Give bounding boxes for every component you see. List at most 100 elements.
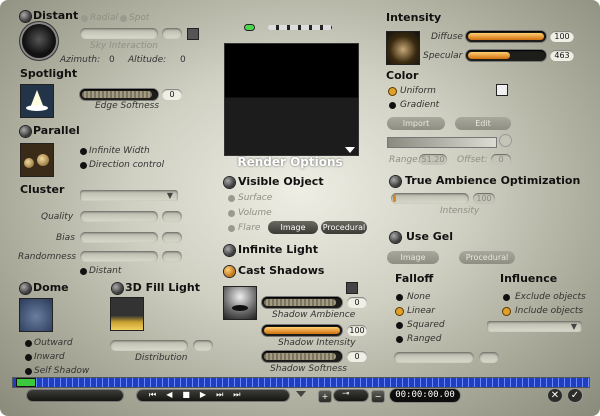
shadow-ambience-slider[interactable] [262,297,342,308]
visible-object-toggle-button[interactable] [224,177,235,188]
edit-button[interactable]: Edit [455,117,511,130]
fill-light-preview-icon[interactable] [110,297,144,331]
falloff-none-radio[interactable] [396,294,403,301]
timeline-scrubber[interactable] [16,378,36,387]
sky-interaction-slider[interactable] [80,28,158,39]
radial-radio[interactable] [81,15,88,22]
specular-slider[interactable] [466,50,546,61]
spot-label: Spot [129,13,150,23]
falloff-ranged-radio[interactable] [396,336,403,343]
sky-interaction-value[interactable] [162,28,182,39]
uniform-radio[interactable] [389,88,396,95]
dome-toggle-button[interactable] [20,283,31,294]
edge-softness-value[interactable]: 0 [162,89,182,100]
diffuse-slider[interactable] [466,31,546,42]
shadow-ambience-value[interactable]: 0 [347,297,367,308]
light-color-swatch[interactable] [496,84,508,96]
randomness-slider[interactable] [80,251,158,262]
spotlight-preview-icon[interactable] [20,84,54,118]
influence-object-dropdown[interactable]: ▼ [487,321,582,332]
direction-control-radio[interactable] [80,162,87,169]
bias-value[interactable] [162,232,182,243]
surface-radio[interactable] [228,195,235,202]
gel-procedural-button[interactable]: Procedural [459,251,515,264]
transport-controls[interactable]: ⏮◀■▶⏭⏭ [137,390,289,401]
bias-slider[interactable] [80,232,158,243]
edge-softness-slider[interactable] [80,89,158,100]
gradient-radio[interactable] [389,102,396,109]
inward-radio[interactable] [25,354,32,361]
distribution-slider[interactable] [110,340,188,351]
sky-interaction-label: Sky Interaction [90,41,158,51]
intensity-preview-icon[interactable] [386,31,420,65]
distribution-label: Distribution [135,353,188,363]
distribution-value[interactable] [193,340,213,351]
include-objects-radio[interactable] [503,308,510,315]
shadow-intensity-slider[interactable] [262,325,342,336]
visible-procedural-button[interactable]: Procedural [321,221,367,234]
distant-cluster-radio[interactable] [80,268,87,275]
distant-heading: Distant [33,9,79,22]
influence-heading: Influence [500,272,558,285]
diffuse-value[interactable]: 100 [550,31,574,42]
cluster-dropdown[interactable]: ▼ [80,190,178,201]
gradient-bar[interactable] [387,137,497,148]
randomness-value[interactable] [162,251,182,262]
light-preview-viewport[interactable] [224,43,359,156]
tao-intensity-value[interactable]: 100 [473,193,495,204]
shadow-preview-icon[interactable] [223,286,257,320]
specular-value[interactable]: 463 [550,50,574,61]
offset-value[interactable]: 0 [491,154,511,165]
parallel-toggle-button[interactable] [20,126,31,137]
visible-image-button[interactable]: Image [268,221,318,234]
tao-intensity-slider[interactable] [391,193,469,204]
range-value[interactable]: 51.20 [419,154,447,165]
true-ambience-toggle-button[interactable] [390,176,401,187]
shadow-intensity-value[interactable]: 100 [347,325,367,336]
key-icon[interactable]: ⊸ [334,389,368,401]
add-key-button[interactable]: + [318,390,332,403]
falloff-range-slider[interactable] [394,352,474,363]
use-gel-toggle-button[interactable] [390,232,401,243]
shadow-softness-value[interactable]: 0 [347,351,367,362]
volume-radio[interactable] [228,210,235,217]
falloff-ranged-label: Ranged [407,334,442,344]
gradient-add-button[interactable] [500,135,511,146]
falloff-linear-radio[interactable] [396,308,403,315]
shadow-softness-slider[interactable] [262,351,342,362]
falloff-squared-radio[interactable] [396,322,403,329]
remove-key-button[interactable]: − [371,390,385,403]
quality-slider[interactable] [80,211,158,222]
distant-light-preview-icon [22,24,56,58]
cast-shadows-toggle-button[interactable] [224,266,235,277]
infinite-width-radio[interactable] [80,148,87,155]
gel-image-button[interactable]: Image [387,251,439,264]
import-button[interactable]: Import [387,117,445,130]
edge-softness-label: Edge Softness [95,101,160,111]
spot-radio[interactable] [120,15,127,22]
distant-toggle-button[interactable] [20,11,31,22]
parallel-preview-icon[interactable] [20,143,54,177]
quality-value[interactable] [162,211,182,222]
close-icon[interactable]: ✕ [548,389,562,402]
confirm-icon[interactable]: ✓ [568,389,582,402]
render-options-collapse-icon[interactable] [345,147,355,153]
timecode-display[interactable]: 00:00:00.00 [390,389,460,402]
transport-icons: ⏮◀■▶⏭⏭ [149,390,251,399]
self-shadow-radio[interactable] [25,368,32,375]
flare-radio[interactable] [228,225,235,232]
outward-radio[interactable] [25,340,32,347]
exclude-objects-radio[interactable] [503,294,510,301]
falloff-range-value[interactable] [479,352,499,363]
dome-preview-icon[interactable] [19,298,53,332]
sky-interaction-color-swatch[interactable] [187,28,199,40]
timeline-track[interactable] [12,377,590,388]
shadow-color-swatch[interactable] [346,282,358,294]
azimuth-value: 0 [109,55,115,65]
transport-menu-icon[interactable] [296,391,306,397]
fill-light-toggle-button[interactable] [112,283,123,294]
infinite-width-label: Infinite Width [89,146,150,156]
timeline-mode-buttons[interactable] [27,390,123,401]
preview-view-buttons[interactable] [268,25,332,30]
infinite-light-toggle-button[interactable] [224,245,235,256]
